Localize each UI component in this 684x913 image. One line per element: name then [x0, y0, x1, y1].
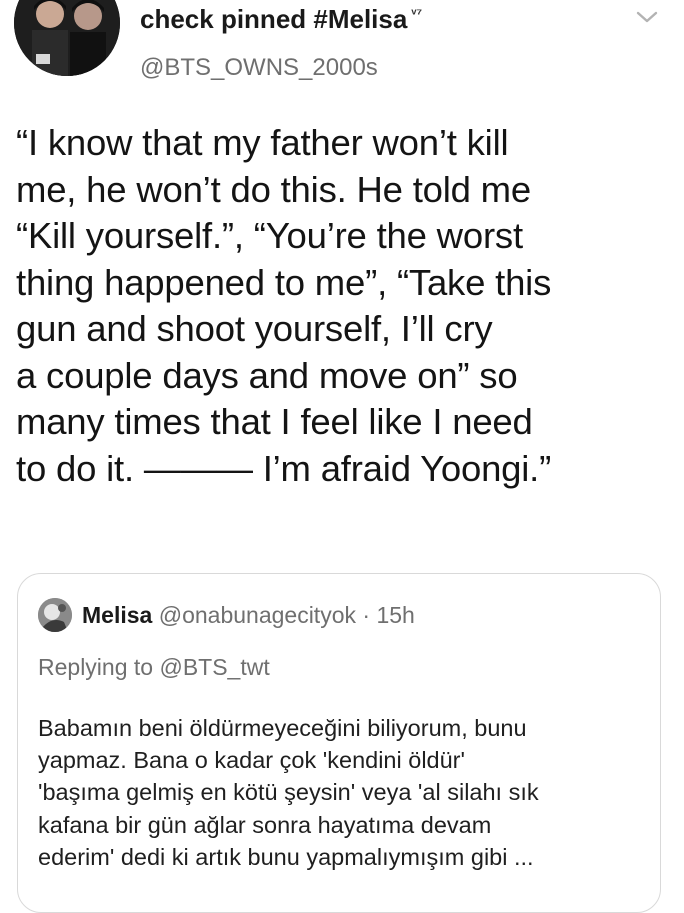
display-name[interactable]: check pinned #Melisa ᵛ⁷: [140, 4, 422, 35]
user-handle[interactable]: @BTS_OWNS_2000s: [140, 54, 378, 82]
chevron-down-icon[interactable]: [634, 8, 660, 26]
tweet-text: “I know that my father won’t kill me, he…: [16, 122, 552, 489]
quoted-display-name[interactable]: Melisa: [82, 602, 152, 628]
replying-to-label: Replying to: [38, 654, 154, 680]
quoted-timestamp[interactable]: 15h: [376, 602, 414, 628]
avatar[interactable]: [14, 0, 120, 76]
tweet: check pinned #Melisa ᵛ⁷ @BTS_OWNS_2000s “…: [0, 0, 684, 913]
quoted-separator-dot: ·: [362, 602, 371, 628]
quoted-separator: ·: [356, 602, 376, 628]
display-name-badge: ᵛ⁷: [411, 5, 423, 21]
quoted-header: Melisa @onabunagecityok · 15h: [82, 602, 415, 629]
quoted-handle[interactable]: @onabunagecityok: [159, 602, 356, 628]
quoted-avatar[interactable]: [38, 598, 72, 632]
quoted-tweet-card[interactable]: Melisa @onabunagecityok · 15h Replying t…: [17, 573, 661, 913]
quoted-tweet-text: Babamın beni öldürmeyeceğini biliyorum, …: [38, 715, 539, 870]
replying-to-mention[interactable]: @BTS_twt: [159, 654, 269, 680]
display-name-text: check pinned #Melisa: [140, 4, 408, 34]
replying-to: Replying to @BTS_twt: [38, 654, 270, 681]
